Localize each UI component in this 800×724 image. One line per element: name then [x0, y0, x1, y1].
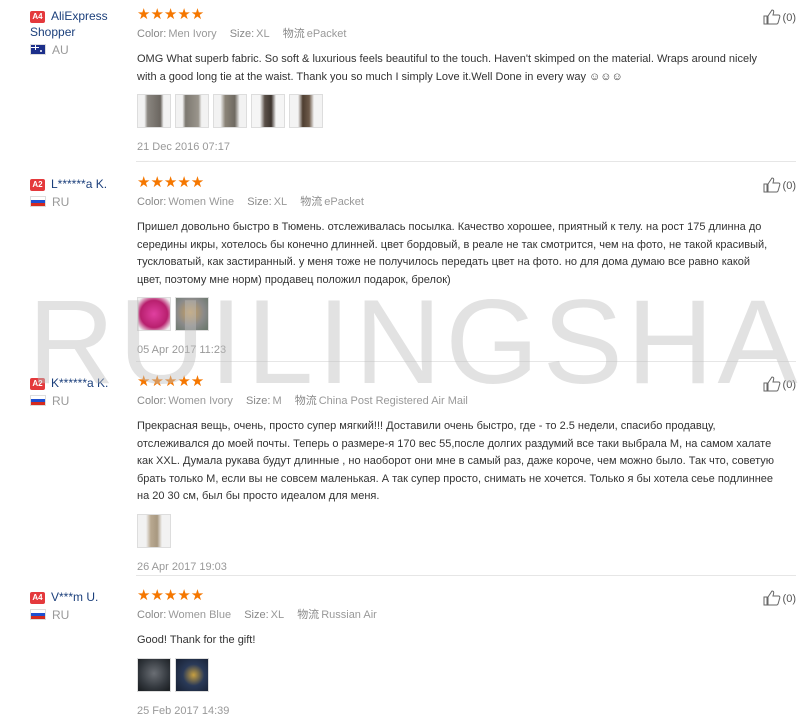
review-photo[interactable]: [137, 94, 171, 128]
shipping-value: China Post Registered Air Mail: [318, 395, 468, 407]
buyer-info: A2 L******a K. RU: [30, 176, 130, 209]
color-label: Color:: [137, 28, 167, 40]
review-text: Good! Thank for the gift!: [137, 634, 256, 646]
color-value: Women Ivory: [168, 395, 233, 407]
shipping-label: 物流: [294, 395, 317, 407]
review-photo[interactable]: [175, 94, 209, 128]
star-rating: ★★★★★: [137, 6, 205, 23]
review-date: 26 Apr 2017 19:03: [137, 560, 227, 573]
order-attributes: Color: Men Ivory Size: XL 物流 ePacket: [137, 27, 777, 41]
review-text: Пришел довольно быстро в Тюмень. отслежи…: [137, 221, 768, 286]
helpful-count: (0): [782, 12, 796, 24]
buyer-name[interactable]: L******a K.: [51, 177, 107, 191]
review-divider: [136, 161, 796, 162]
review-body: ★★★★★ Color: Men Ivory Size: XL 物流 ePacket …: [137, 6, 777, 154]
review-photo[interactable]: [289, 94, 323, 128]
review-divider: [136, 575, 796, 576]
shipping-label: 物流: [282, 28, 305, 40]
color-value: Women Wine: [168, 196, 235, 208]
buyer-info: A2 K******a K. RU: [30, 375, 130, 408]
review-photos: [137, 657, 777, 694]
size-value: XL: [273, 196, 288, 208]
star-rating: ★★★★★: [137, 373, 205, 390]
order-attributes: Color: Women Wine Size: XL 物流 ePacket: [137, 195, 777, 209]
review-date: 25 Feb 2017 14:39: [137, 704, 230, 717]
review-body: ★★★★★ Color: Women Blue Size: XL 物流 Russian…: [137, 587, 777, 718]
review-date: 21 Dec 2016 07:17: [137, 141, 230, 153]
review-photos: [137, 94, 777, 130]
size-value: M: [272, 395, 282, 407]
size-label: Size:: [229, 28, 255, 40]
color-label: Color:: [137, 196, 167, 208]
buyer-info: A4 AliExpress Shopper AU: [30, 8, 130, 57]
thumbs-up-icon: [763, 177, 780, 193]
size-value: XL: [270, 609, 285, 621]
review-date: 05 Apr 2017 11:23: [137, 344, 227, 356]
buyer-country: RU: [52, 394, 70, 408]
buyer-level-badge: A2: [30, 378, 45, 390]
review-photo[interactable]: [137, 297, 171, 331]
color-label: Color:: [137, 609, 167, 621]
buyer-level-badge: A4: [30, 11, 45, 23]
buyer-country: AU: [52, 43, 69, 57]
buyer-level-badge: A4: [30, 592, 45, 604]
size-label: Size:: [246, 395, 271, 407]
color-value: Women Blue: [168, 609, 232, 621]
review-body: ★★★★★ Color: Women Wine Size: XL 物流 ePacket…: [137, 174, 777, 357]
buyer-country: RU: [52, 195, 70, 209]
star-rating: ★★★★★: [137, 174, 205, 191]
size-label: Size:: [244, 609, 269, 621]
size-value: XL: [256, 28, 270, 40]
review-photo[interactable]: [175, 657, 209, 692]
review-divider: [136, 361, 796, 362]
shipping-value: Russian Air: [321, 609, 377, 621]
review-body: ★★★★★ Color: Women Ivory Size: M 物流 China P…: [137, 373, 777, 574]
buyer-level-badge: A2: [30, 179, 45, 191]
color-label: Color:: [137, 395, 167, 407]
shipping-label: 物流: [300, 196, 323, 208]
thumbs-up-icon: [763, 376, 780, 392]
buyer-name[interactable]: K******a K.: [51, 376, 108, 390]
shipping-value: ePacket: [324, 196, 364, 208]
review-photo[interactable]: [137, 657, 171, 692]
review-photo[interactable]: [175, 297, 209, 331]
helpful-button[interactable]: (0): [763, 590, 796, 607]
review-text: OMG What superb fabric. So soft & luxuri…: [137, 53, 758, 83]
review-photos: [137, 513, 777, 550]
helpful-count: (0): [782, 593, 796, 605]
ru-flag-icon: [30, 196, 46, 207]
helpful-count: (0): [782, 379, 796, 391]
size-label: Size:: [247, 196, 272, 208]
helpful-button[interactable]: (0): [763, 177, 796, 194]
review-photo[interactable]: [137, 513, 171, 548]
au-flag-icon: [30, 44, 46, 55]
buyer-info: A4 V***m U. RU: [30, 589, 130, 622]
star-rating: ★★★★★: [137, 587, 205, 604]
buyer-country: RU: [52, 608, 70, 622]
thumbs-up-icon: [763, 9, 780, 25]
review-photos: [137, 297, 777, 333]
color-value: Men Ivory: [168, 28, 217, 40]
shipping-label: 物流: [297, 609, 320, 621]
review-text: Прекрасная вещь, очень, просто супер мяг…: [137, 420, 774, 502]
helpful-count: (0): [782, 180, 796, 192]
shipping-value: ePacket: [306, 28, 347, 40]
thumbs-up-icon: [763, 590, 780, 606]
review-photo[interactable]: [251, 94, 285, 128]
buyer-name[interactable]: V***m U.: [51, 590, 98, 604]
order-attributes: Color: Women Ivory Size: M 物流 China Post Re…: [137, 394, 777, 408]
review-photo[interactable]: [213, 94, 247, 128]
ru-flag-icon: [30, 395, 46, 406]
order-attributes: Color: Women Blue Size: XL 物流 Russian Air: [137, 608, 777, 622]
helpful-button[interactable]: (0): [763, 376, 796, 393]
helpful-button[interactable]: (0): [763, 9, 796, 26]
ru-flag-icon: [30, 609, 46, 620]
